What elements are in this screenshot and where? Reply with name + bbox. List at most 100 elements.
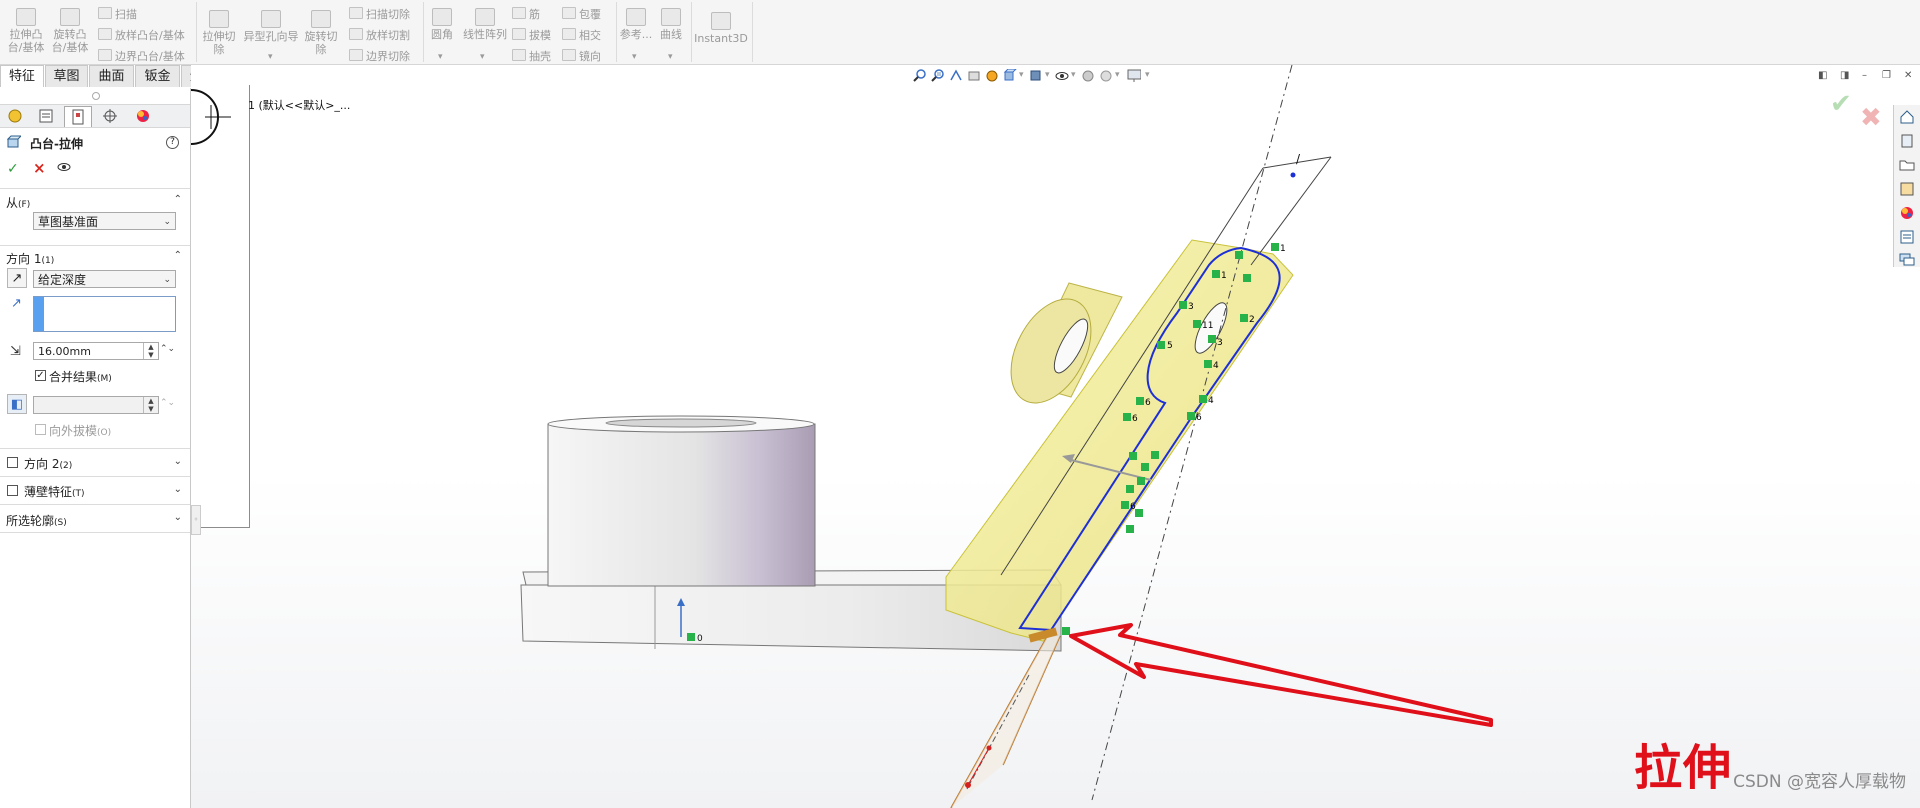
mirror-button[interactable]: 镜向 (562, 48, 601, 64)
help-button[interactable]: ? (166, 136, 179, 149)
divider (0, 448, 190, 449)
tab-surfaces[interactable]: 曲面 (89, 65, 134, 87)
fillet-dropdown-icon[interactable]: ▾ (438, 52, 443, 62)
feature-tree-icon (8, 109, 22, 123)
end-condition-select[interactable]: 给定深度 ⌄ (33, 270, 176, 288)
extruded-boss-button[interactable]: 拉伸凸 台/基体 (6, 8, 46, 54)
hole-wizard-icon (261, 10, 281, 28)
expand-chevron-icon[interactable]: ⌄ (174, 512, 182, 523)
draft-outward-checkbox (35, 424, 46, 435)
depth-icon: ⇲ (10, 344, 21, 359)
feature-manager-tab[interactable] (2, 106, 28, 126)
ok-button[interactable]: ✓ (7, 161, 19, 177)
curves-button[interactable]: 曲线 (655, 8, 687, 41)
draft-icon (512, 28, 526, 40)
instant3d-button[interactable]: Instant3D (694, 12, 748, 45)
collapse-chevron-icon[interactable]: ⌃ (174, 250, 182, 261)
model-viewport[interactable]: 0 / 1 1 2 3 11 3 4 5 6 6 4 6 6 (191, 65, 1920, 808)
boundary-cut-icon (349, 49, 363, 61)
rib-icon (512, 7, 526, 19)
spin-arrows-icon[interactable]: ▲ ▼ (143, 343, 158, 359)
draft-toggle-button[interactable]: ◧ (7, 394, 27, 414)
draft-angle-input: ▲ ▼ (33, 396, 159, 414)
fillet-button[interactable]: 圆角 (426, 8, 458, 41)
rib-button[interactable]: 筋 (512, 6, 540, 22)
tab-features[interactable]: 特征 (0, 65, 44, 87)
lofted-boss-button[interactable]: 放样凸台/基体 (98, 27, 185, 43)
thin-feature-checkbox[interactable] (7, 485, 18, 496)
svg-text:11: 11 (1202, 321, 1213, 331)
crosshair-icon (103, 109, 117, 123)
depth-input[interactable]: 16.00mm ▲ ▼ (33, 342, 159, 360)
direction2-checkbox[interactable] (7, 457, 18, 468)
reference-geometry-icon (626, 8, 646, 26)
expand-chevron-icon[interactable]: ⌄ (174, 484, 182, 495)
reference-geometry-button[interactable]: 参考... (619, 8, 653, 41)
sketch-label: 0 (697, 634, 703, 644)
ribbon-group-reference: 参考... ▾ 曲线 ▾ (617, 2, 692, 62)
panel-grip-icon[interactable] (92, 92, 100, 100)
revolved-boss-button[interactable]: 旋转凸 台/基体 (50, 8, 90, 54)
extruded-cut-button[interactable]: 拉伸切 除 (201, 10, 237, 56)
property-manager-tab[interactable] (33, 106, 59, 126)
preview-eye-icon[interactable] (57, 162, 71, 172)
extrude-preview-body (945, 65, 1294, 801)
dimension-dropdown-icon[interactable]: ⌃⌄ (160, 344, 175, 354)
help-icon: ? (170, 137, 175, 147)
from-start-condition-select[interactable]: 草图基准面 ⌄ (33, 212, 176, 230)
tab-sketch[interactable]: 草图 (45, 65, 88, 87)
extrude-cut-icon (209, 10, 229, 28)
curves-dropdown-icon[interactable]: ▾ (668, 52, 673, 62)
spin-arrows-icon: ▲ ▼ (143, 397, 158, 413)
intersect-button[interactable]: 相交 (562, 27, 601, 43)
chevron-down-icon: ⌄ (163, 217, 171, 227)
revolve-cut-icon (311, 10, 331, 28)
cylinder-boss[interactable] (547, 415, 816, 587)
reference-dropdown-icon[interactable]: ▾ (632, 52, 637, 62)
direction2-label: 方向 2 (24, 457, 60, 471)
boundary-boss-button[interactable]: 边界凸台/基体 (98, 48, 185, 64)
merge-result-checkbox[interactable]: ✓ (35, 370, 46, 381)
draft-button[interactable]: 拔模 (512, 27, 551, 43)
pattern-dropdown-icon[interactable]: ▾ (480, 52, 485, 62)
tab-sheet-metal[interactable]: 钣金 (135, 65, 180, 87)
svg-text:6: 6 (1132, 414, 1138, 424)
expand-chevron-icon[interactable]: ⌄ (174, 456, 182, 467)
fillet-icon (432, 8, 452, 26)
loft-icon (98, 28, 112, 40)
linear-pattern-icon (475, 8, 495, 26)
extrude-boss-icon (7, 135, 21, 148)
annotation-arrow (1069, 623, 1493, 727)
collapse-chevron-icon[interactable]: ⌃ (174, 194, 182, 205)
cancel-button[interactable]: × (33, 159, 46, 177)
divider (0, 245, 190, 246)
shell-button[interactable]: 抽壳 (512, 48, 551, 64)
svg-text:4: 4 (1213, 361, 1219, 371)
swept-boss-button[interactable]: 扫描 (98, 6, 137, 22)
shell-icon (512, 49, 526, 61)
svg-text:4: 4 (1208, 396, 1214, 406)
direction-vector-selection-box[interactable] (33, 296, 176, 332)
hole-wizard-button[interactable]: 异型孔向导 (241, 10, 301, 43)
hole-wizard-dropdown-icon[interactable]: ▾ (268, 52, 273, 62)
lofted-cut-button[interactable]: 放样切割 (349, 27, 410, 43)
dimxpert-manager-tab[interactable] (97, 106, 123, 126)
from-label: 从 (6, 196, 19, 210)
wrap-button[interactable]: 包覆 (562, 6, 601, 22)
swept-cut-button[interactable]: 扫描切除 (349, 6, 410, 22)
mirror-icon (562, 49, 576, 61)
ribbon-group-boss: 拉伸凸 台/基体 旋转凸 台/基体 扫描 放样凸台/基体 边界凸台/基体 (0, 2, 197, 64)
display-manager-tab[interactable] (130, 106, 156, 126)
graphics-area[interactable]: ◦ 1 (默认<<默认>_... ▾ ▾ ▾ ▾ ▾ ◧ ◨ – ❐ ✕ ✔ ✖ (191, 65, 1920, 808)
revolve-boss-icon (60, 8, 80, 26)
boundary-icon (98, 49, 112, 61)
revolved-cut-button[interactable]: 旋转切 除 (303, 10, 339, 56)
configuration-manager-tab[interactable] (64, 106, 92, 127)
boundary-cut-button[interactable]: 边界切除 (349, 48, 410, 64)
manager-tab-bar (0, 104, 190, 128)
angle-dropdown-icon: ⌃⌄ (160, 398, 176, 408)
reverse-direction-button[interactable]: ↗ (7, 268, 27, 288)
linear-pattern-button[interactable]: 线性阵列 (460, 8, 510, 41)
property-list-icon (39, 109, 53, 123)
instant3d-icon (711, 12, 731, 30)
